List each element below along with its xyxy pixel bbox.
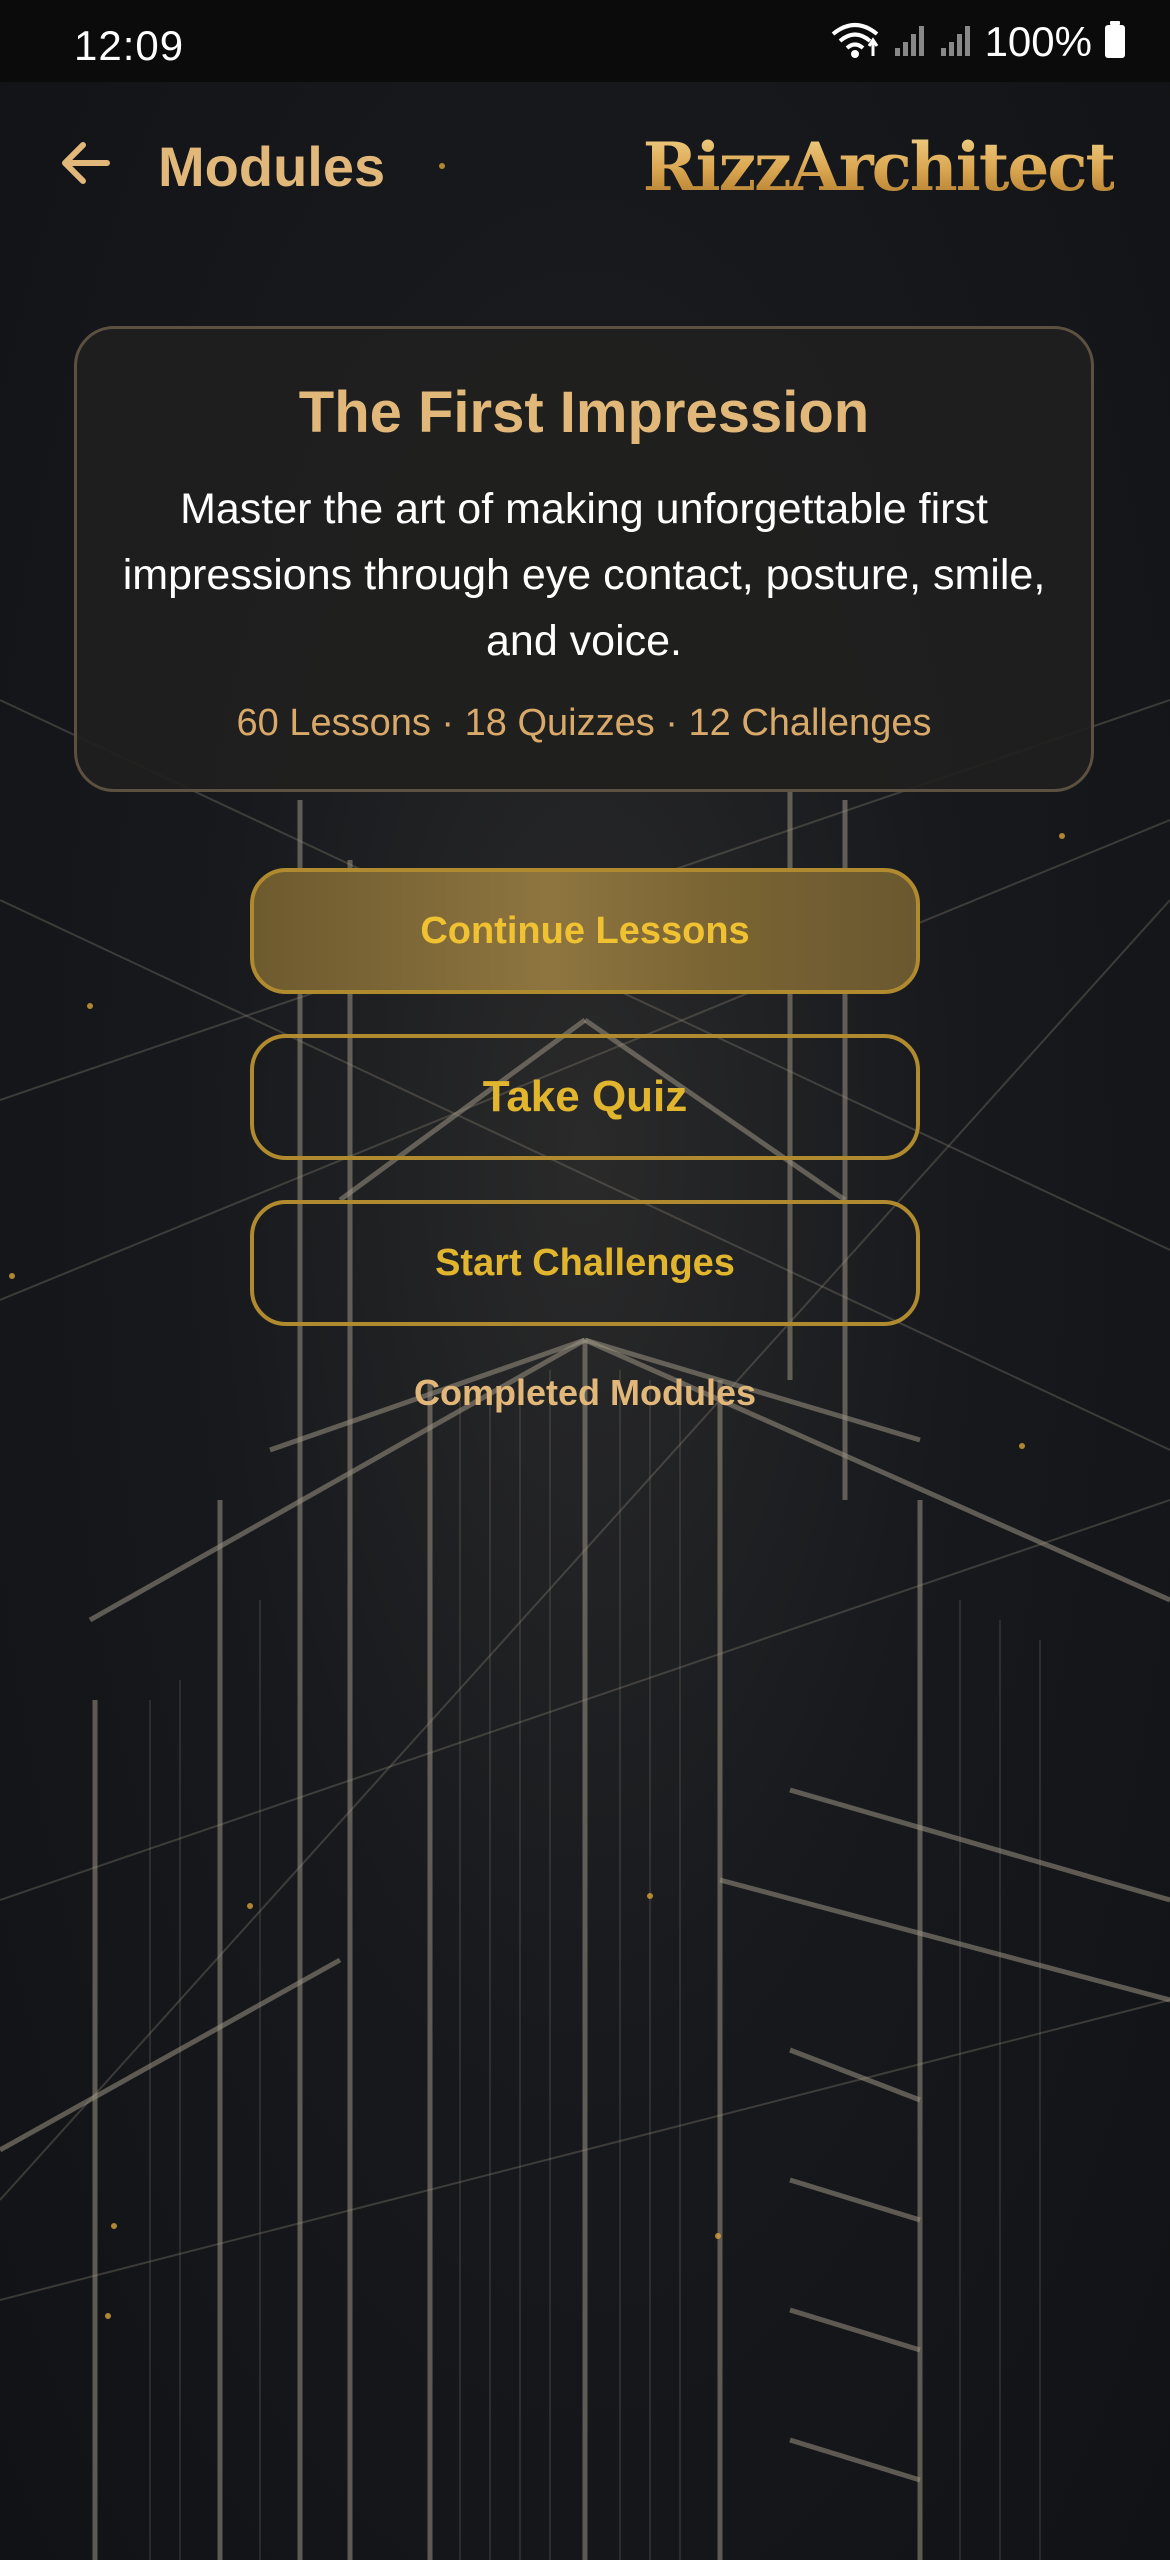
brand-logo: RizzArchitect bbox=[642, 128, 1116, 206]
sparkle-dot bbox=[111, 2223, 117, 2229]
sparkle-dot bbox=[715, 2233, 721, 2239]
module-card: The First Impression Master the art of m… bbox=[74, 326, 1094, 792]
sparkle-dot bbox=[87, 1003, 93, 1009]
completed-modules-link[interactable]: Completed Modules bbox=[0, 1372, 1170, 1414]
module-stats: 60 Lessons · 18 Quizzes · 12 Challenges bbox=[236, 702, 932, 744]
module-description: Master the art of making unforgettable f… bbox=[122, 485, 1046, 665]
start-challenges-button[interactable]: Start Challenges bbox=[250, 1200, 920, 1326]
signal-icon bbox=[939, 22, 973, 63]
battery-icon bbox=[1104, 20, 1126, 64]
sparkle-dot bbox=[647, 1893, 653, 1899]
status-icons: 100% bbox=[829, 16, 1126, 68]
signal-icon bbox=[893, 22, 927, 63]
wifi-icon bbox=[829, 20, 881, 65]
status-time: 12:09 bbox=[74, 22, 185, 69]
sparkle-dot bbox=[247, 1903, 253, 1909]
arrow-left-icon bbox=[57, 135, 113, 196]
module-title: The First Impression bbox=[298, 380, 870, 445]
sparkle-dot bbox=[1019, 1443, 1025, 1449]
back-button[interactable] bbox=[50, 130, 120, 200]
sparkle-dot bbox=[1059, 833, 1065, 839]
sparkle-dot bbox=[105, 2313, 111, 2319]
battery-percent: 100% bbox=[984, 18, 1092, 65]
status-bar: 12:09 100% bbox=[0, 0, 1170, 82]
sparkle-dot bbox=[9, 1273, 15, 1279]
page-title: Modules bbox=[158, 135, 386, 198]
take-quiz-button[interactable]: Take Quiz bbox=[250, 1034, 920, 1160]
continue-lessons-button[interactable]: Continue Lessons bbox=[250, 868, 920, 994]
app-bar: Modules RizzArchitect bbox=[0, 82, 1170, 252]
